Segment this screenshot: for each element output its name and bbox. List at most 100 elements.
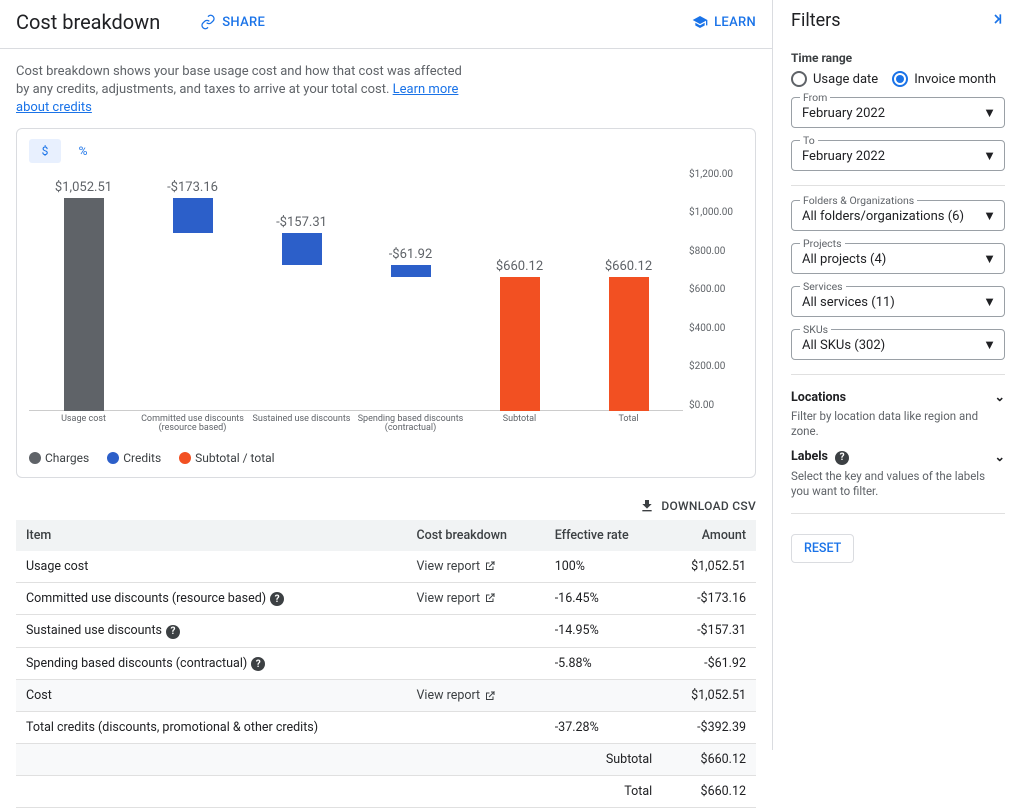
share-icon xyxy=(200,14,216,30)
cell-amount: -$173.16 xyxy=(662,582,756,615)
from-dropdown[interactable]: From February 2022 ▼ xyxy=(791,97,1005,128)
caret-down-icon: ▼ xyxy=(983,148,996,164)
legend-subtotal: Subtotal / total xyxy=(179,451,274,465)
accordion-label: Labels ? xyxy=(791,449,849,465)
accordion-label: Locations xyxy=(791,390,846,405)
help-icon[interactable]: ? xyxy=(166,625,180,639)
skus-dropdown[interactable]: SKUs All SKUs (302) ▼ xyxy=(791,329,1005,360)
caret-down-icon: ▼ xyxy=(983,208,996,224)
to-dropdown[interactable]: To February 2022 ▼ xyxy=(791,140,1005,171)
field-label: From xyxy=(800,91,830,104)
field-label: Folders & Organizations xyxy=(800,194,917,207)
external-link-icon xyxy=(484,690,496,702)
chart-category-label: Committed use discounts (resource based) xyxy=(138,415,248,435)
graduation-cap-icon xyxy=(692,14,708,30)
cell-item: Cost xyxy=(16,680,406,712)
locations-accordion[interactable]: Locations ⌄ xyxy=(791,389,1005,405)
download-icon xyxy=(639,498,655,514)
cell-amount: $1,052.51 xyxy=(662,551,756,583)
cell-rate: -14.95% xyxy=(545,615,663,648)
radio-label: Usage date xyxy=(813,72,878,87)
cell-rate: -16.45% xyxy=(545,582,663,615)
services-dropdown[interactable]: Services All services (11) ▼ xyxy=(791,286,1005,317)
time-range-label: Time range xyxy=(791,51,1005,65)
chart-bar-label: -$61.92 xyxy=(389,247,433,262)
col-amount: Amount xyxy=(662,520,756,551)
accordion-subtext: Filter by location data like region and … xyxy=(791,409,1005,439)
folders-dropdown[interactable]: Folders & Organizations All folders/orga… xyxy=(791,200,1005,231)
table-row: Committed use discounts (resource based)… xyxy=(16,582,756,615)
chart-bar[interactable] xyxy=(173,198,213,233)
table-row: Total credits (discounts, promotional & … xyxy=(16,712,756,744)
learn-button[interactable]: LEARN xyxy=(692,14,756,30)
chart-bar[interactable] xyxy=(500,277,540,410)
field-value: February 2022 xyxy=(802,106,885,121)
chart-category-label: Usage cost xyxy=(29,415,139,425)
cell-amount: $1,052.51 xyxy=(662,680,756,712)
cell-amount: -$392.39 xyxy=(662,712,756,744)
chart-bar[interactable] xyxy=(282,233,322,265)
cell-item: Total credits (discounts, promotional & … xyxy=(16,712,406,744)
chart-category-label: Spending based discounts (contractual) xyxy=(356,415,466,435)
view-report-link[interactable]: View report xyxy=(416,559,496,574)
learn-label: LEARN xyxy=(714,15,756,30)
help-icon[interactable]: ? xyxy=(251,657,265,671)
cell-amount: -$61.92 xyxy=(662,647,756,680)
help-icon[interactable]: ? xyxy=(835,451,849,465)
chart-bar[interactable] xyxy=(64,198,104,410)
chart-category-label: Subtotal xyxy=(465,415,575,425)
unit-tab-dollar[interactable]: $ xyxy=(29,139,61,163)
field-value: All services (11) xyxy=(802,295,895,310)
external-link-icon xyxy=(484,592,496,604)
reset-button[interactable]: RESET xyxy=(791,534,854,563)
table-row: Sustained use discounts? -14.95% -$157.3… xyxy=(16,615,756,648)
legend-charges: Charges xyxy=(29,451,89,465)
labels-accordion[interactable]: Labels ? ⌄ xyxy=(791,449,1005,465)
cell-amount: -$157.31 xyxy=(662,615,756,648)
col-rate: Effective rate xyxy=(545,520,663,551)
view-report-link[interactable]: View report xyxy=(416,591,496,606)
collapse-filters-icon[interactable] xyxy=(989,11,1005,31)
radio-invoice-month[interactable]: Invoice month xyxy=(892,71,996,87)
download-csv-button[interactable]: DOWNLOAD CSV xyxy=(639,498,756,514)
caret-down-icon: ▼ xyxy=(983,294,996,310)
cell-item: Sustained use discounts? xyxy=(16,615,406,648)
cell-amount: $660.12 xyxy=(662,744,756,776)
field-label: SKUs xyxy=(800,323,831,336)
radio-usage-date[interactable]: Usage date xyxy=(791,71,878,87)
view-report-link[interactable]: View report xyxy=(416,688,496,703)
caret-down-icon: ▼ xyxy=(983,105,996,121)
chart-bar-label: $660.12 xyxy=(605,259,652,274)
field-value: All folders/organizations (6) xyxy=(802,209,964,224)
share-button[interactable]: SHARE xyxy=(200,14,265,30)
cell-item: Spending based discounts (contractual)? xyxy=(16,647,406,680)
cell-rate: -5.88% xyxy=(545,647,663,680)
chart-category-label: Total xyxy=(574,415,684,425)
field-label: Projects xyxy=(800,237,845,250)
col-breakdown: Cost breakdown xyxy=(406,520,544,551)
unit-tab-percent[interactable]: % xyxy=(67,139,99,163)
table-row: Spending based discounts (contractual)? … xyxy=(16,647,756,680)
projects-dropdown[interactable]: Projects All projects (4) ▼ xyxy=(791,243,1005,274)
share-label: SHARE xyxy=(222,15,265,30)
filters-title: Filters xyxy=(791,10,841,31)
chart-bar-label: -$173.16 xyxy=(167,180,218,195)
chart-bar-label: $1,052.51 xyxy=(55,180,112,195)
caret-down-icon: ▼ xyxy=(983,251,996,267)
cell-item: Committed use discounts (resource based)… xyxy=(16,582,406,615)
help-icon[interactable]: ? xyxy=(270,592,284,606)
cell-rate: 100% xyxy=(545,551,663,583)
field-value: February 2022 xyxy=(802,149,885,164)
cell-rate: -37.28% xyxy=(545,712,663,744)
caret-down-icon: ▼ xyxy=(983,337,996,353)
waterfall-chart: $1,052.51Usage cost-$173.16Committed use… xyxy=(29,169,743,429)
field-value: All projects (4) xyxy=(802,252,886,267)
table-row: Usage cost View report 100% $1,052.51 xyxy=(16,551,756,583)
chart-bar[interactable] xyxy=(609,277,649,410)
external-link-icon xyxy=(484,560,496,572)
radio-label: Invoice month xyxy=(914,72,996,87)
cost-table: Item Cost breakdown Effective rate Amoun… xyxy=(16,520,756,808)
legend-credits: Credits xyxy=(107,451,161,465)
field-label: Services xyxy=(800,280,846,293)
chart-bar[interactable] xyxy=(391,265,431,277)
